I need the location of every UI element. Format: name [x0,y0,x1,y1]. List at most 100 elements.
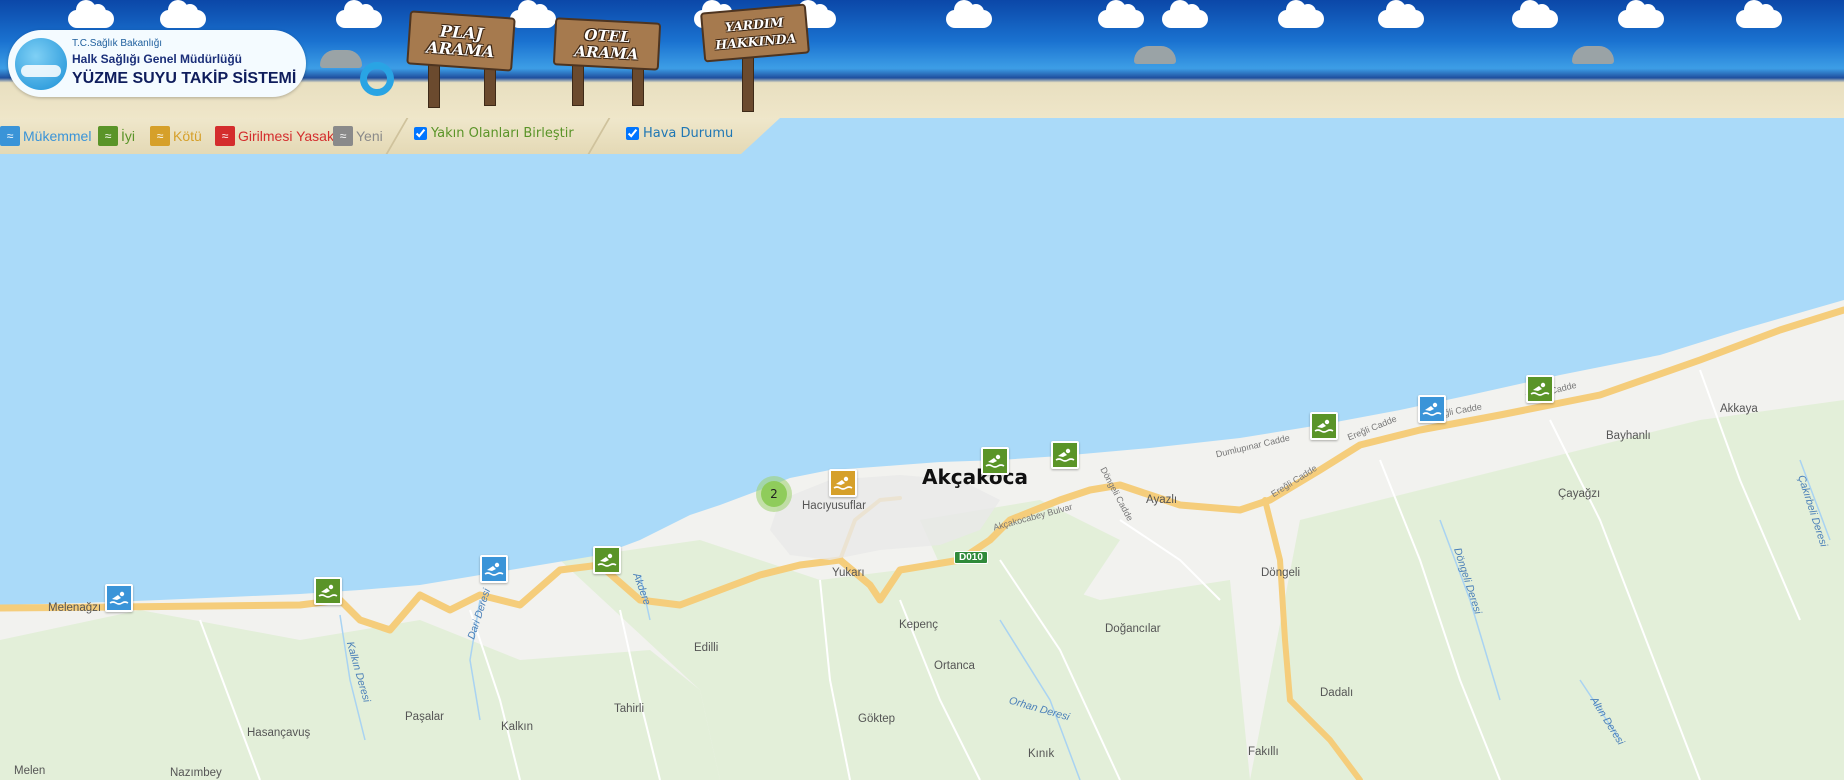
legend-iyi-label: İyi [121,128,135,144]
label-haciyusuflar: Hacıyusuflar [802,500,866,512]
cloud-decoration [1278,0,1324,28]
label-kinik: Kınık [1028,748,1055,760]
divider [587,118,611,154]
label-dogancilar: Doğancılar [1105,623,1161,635]
rock-decoration [320,50,362,68]
cloud-decoration [1098,0,1144,28]
weather-checkbox[interactable] [626,127,639,140]
legend-girilmesi-yasak[interactable]: ≈ Girilmesi Yasak [215,125,334,147]
cloud-decoration [336,0,382,28]
cloud-decoration [160,0,206,28]
label-pasalar: Paşalar [405,711,444,723]
road-shield-d010: D010 [954,551,988,564]
divider [385,118,409,154]
swimmer-icon [1055,448,1075,462]
cloud-decoration [946,0,992,28]
legend-mukemmel[interactable]: ≈ Mükemmel [0,125,91,147]
merge-nearby-label: Yakın Olanları Birleştir [431,126,574,141]
legend-girilmesi-yasak-label: Girilmesi Yasak [238,128,334,144]
swimmer-icon [1422,402,1442,416]
beach-marker-mukemmel[interactable] [1418,395,1446,423]
label-yukari: Yukarı [832,567,865,579]
site-logo[interactable]: T.C.Sağlık Bakanlığı Halk Sağlığı Genel … [8,30,306,97]
beach-marker-iyi[interactable] [1051,441,1079,469]
swimmer-icon: ≈ [150,126,170,146]
weather-label: Hava Durumu [643,126,734,141]
logo-ministry: T.C.Sağlık Bakanlığı [72,38,163,49]
swimmer-icon [109,591,129,605]
legend-yeni[interactable]: ≈ Yeni [333,125,383,147]
cloud-decoration [1736,0,1782,28]
swimmer-icon [1314,419,1334,433]
label-kalkin: Kalkın [501,721,533,733]
sign-post [742,52,754,112]
label-cayagzi: Çayağzı [1558,488,1601,500]
label-ortanca: Ortanca [934,660,975,672]
label-dadali: Dadalı [1320,687,1354,699]
swimmer-icon [1530,382,1550,396]
beach-marker-mukemmel[interactable] [480,555,508,583]
label-ayazli: Ayazlı [1146,494,1178,506]
label-fakilli: Fakıllı [1248,746,1279,758]
beach-marker-iyi[interactable] [981,447,1009,475]
merge-nearby-checkbox[interactable] [414,127,427,140]
lifebuoy-icon [360,62,394,96]
label-melen: Melen [14,765,46,777]
swimmer-icon: ≈ [98,126,118,146]
cloud-decoration [1378,0,1424,28]
swimmer-icon: ≈ [0,126,20,146]
cloud-decoration [510,0,556,28]
label-hasancavus: Hasançavuş [247,727,311,739]
label-tahirli: Tahirli [614,703,645,715]
legend-kotu[interactable]: ≈ Kötü [150,125,202,147]
beach-search-sign[interactable]: PLAJ ARAMA [406,10,516,108]
beach-marker-kotu[interactable] [829,469,857,497]
logo-directorate: Halk Sağlığı Genel Müdürlüğü [72,52,243,66]
swimmer-icon: ≈ [215,126,235,146]
legend-bar: ≈ Mükemmel ≈ İyi ≈ Kötü ≈ Girilmesi Yasa… [0,118,780,154]
ministry-logo-icon [15,38,67,90]
beach-search-button[interactable]: PLAJ ARAMA [406,10,516,72]
swimmer-icon: ≈ [333,126,353,146]
cloud-decoration [1512,0,1558,28]
label-melenagzi: Melenağzı [48,602,102,614]
beach-marker-iyi[interactable] [314,577,342,605]
cloud-decoration [1162,0,1208,28]
legend-yeni-label: Yeni [356,128,383,144]
beach-marker-iyi[interactable] [1526,375,1554,403]
weather-toggle[interactable]: Hava Durumu [626,126,733,141]
beach-marker-iyi[interactable] [593,546,621,574]
marker-cluster[interactable]: 2 [756,476,792,512]
legend-iyi[interactable]: ≈ İyi [98,125,135,147]
swimmer-icon [597,553,617,567]
logo-system-title: YÜZME SUYU TAKİP SİSTEMİ [72,70,297,87]
label-akkaya: Akkaya [1720,403,1758,415]
rock-decoration [1134,46,1176,64]
legend-kotu-label: Kötü [173,128,202,144]
label-dongeli: Döngeli [1261,567,1300,579]
hotel-search-button[interactable]: OTEL ARAMA [552,17,662,71]
cluster-count: 2 [761,481,787,507]
beach-marker-mukemmel[interactable] [105,584,133,612]
merge-nearby-toggle[interactable]: Yakın Olanları Birleştir [414,126,574,141]
label-kepenc: Kepenç [899,619,939,631]
label-bayhanli: Bayhanlı [1606,430,1651,442]
label-edilli: Edilli [694,642,719,654]
swimmer-icon [985,454,1005,468]
cloud-decoration [68,0,114,28]
cloud-decoration [1618,0,1664,28]
legend-mukemmel-label: Mükemmel [23,128,92,144]
label-nazimbey: Nazımbey [170,767,222,779]
header-banner: T.C.Sağlık Bakanlığı Halk Sağlığı Genel … [0,0,1844,118]
sign-post [572,60,584,106]
label-goktepe: Göktep [858,713,896,725]
swimmer-icon [833,476,853,490]
help-about-sign[interactable]: YARDIM HAKKINDA [700,3,810,112]
swimmer-icon [484,562,504,576]
swimmer-icon [318,584,338,598]
hotel-search-sign[interactable]: OTEL ARAMA [552,17,662,106]
help-about-button[interactable]: YARDIM HAKKINDA [700,3,810,63]
rock-decoration [1572,46,1614,64]
label-akcakoca: Akçakoca [922,465,1028,489]
beach-marker-iyi[interactable] [1310,412,1338,440]
